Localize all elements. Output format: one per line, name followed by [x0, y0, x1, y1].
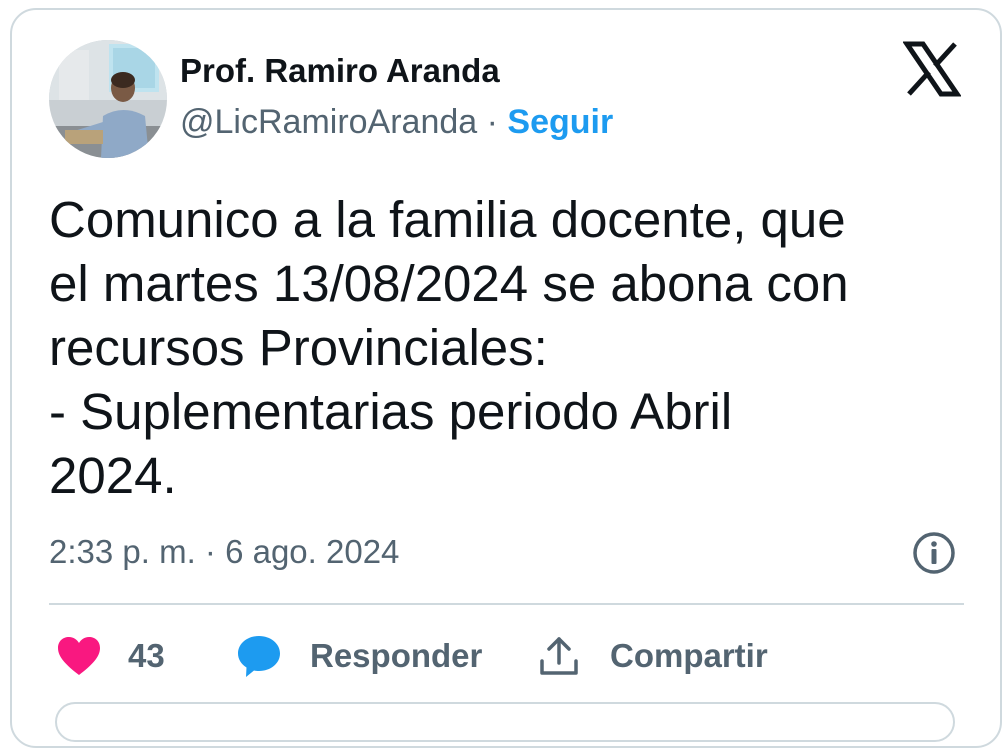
- like-button[interactable]: 43: [56, 632, 165, 680]
- x-logo-icon[interactable]: [902, 40, 962, 98]
- tweet-text-line: recursos Provinciales:: [49, 319, 548, 376]
- tweet-text-line: el martes 13/08/2024 se abona con: [49, 255, 849, 312]
- reply-label: Responder: [310, 637, 483, 674]
- share-upload-icon: [538, 635, 580, 677]
- tweet-text-line: - Suplementarias periodo Abril: [49, 383, 733, 440]
- tweet-text: Comunico a la familia docente, que el ma…: [49, 188, 984, 508]
- reply-button[interactable]: Responder: [236, 632, 482, 680]
- author-meta: @LicRamiroAranda · Seguir: [180, 103, 613, 142]
- author-name[interactable]: Prof. Ramiro Aranda: [180, 52, 500, 90]
- divider: [49, 603, 964, 605]
- avatar[interactable]: [49, 40, 167, 158]
- info-icon[interactable]: [912, 531, 956, 575]
- speech-bubble-icon: [236, 634, 282, 678]
- tweet-text-line: Comunico a la familia docente, que: [49, 191, 846, 248]
- share-label: Compartir: [610, 637, 768, 674]
- tweet-timestamp[interactable]: 2:33 p. m. · 6 ago. 2024: [49, 533, 399, 571]
- meta-separator: ·: [486, 103, 498, 141]
- tweet-text-line: 2024.: [49, 447, 177, 504]
- follow-button[interactable]: Seguir: [507, 103, 613, 141]
- share-button[interactable]: Compartir: [538, 632, 768, 680]
- read-replies-pill[interactable]: [55, 702, 955, 742]
- heart-icon: [56, 635, 102, 677]
- avatar-photo: [49, 40, 167, 158]
- like-count: 43: [128, 637, 165, 674]
- author-handle[interactable]: @LicRamiroAranda: [180, 103, 477, 141]
